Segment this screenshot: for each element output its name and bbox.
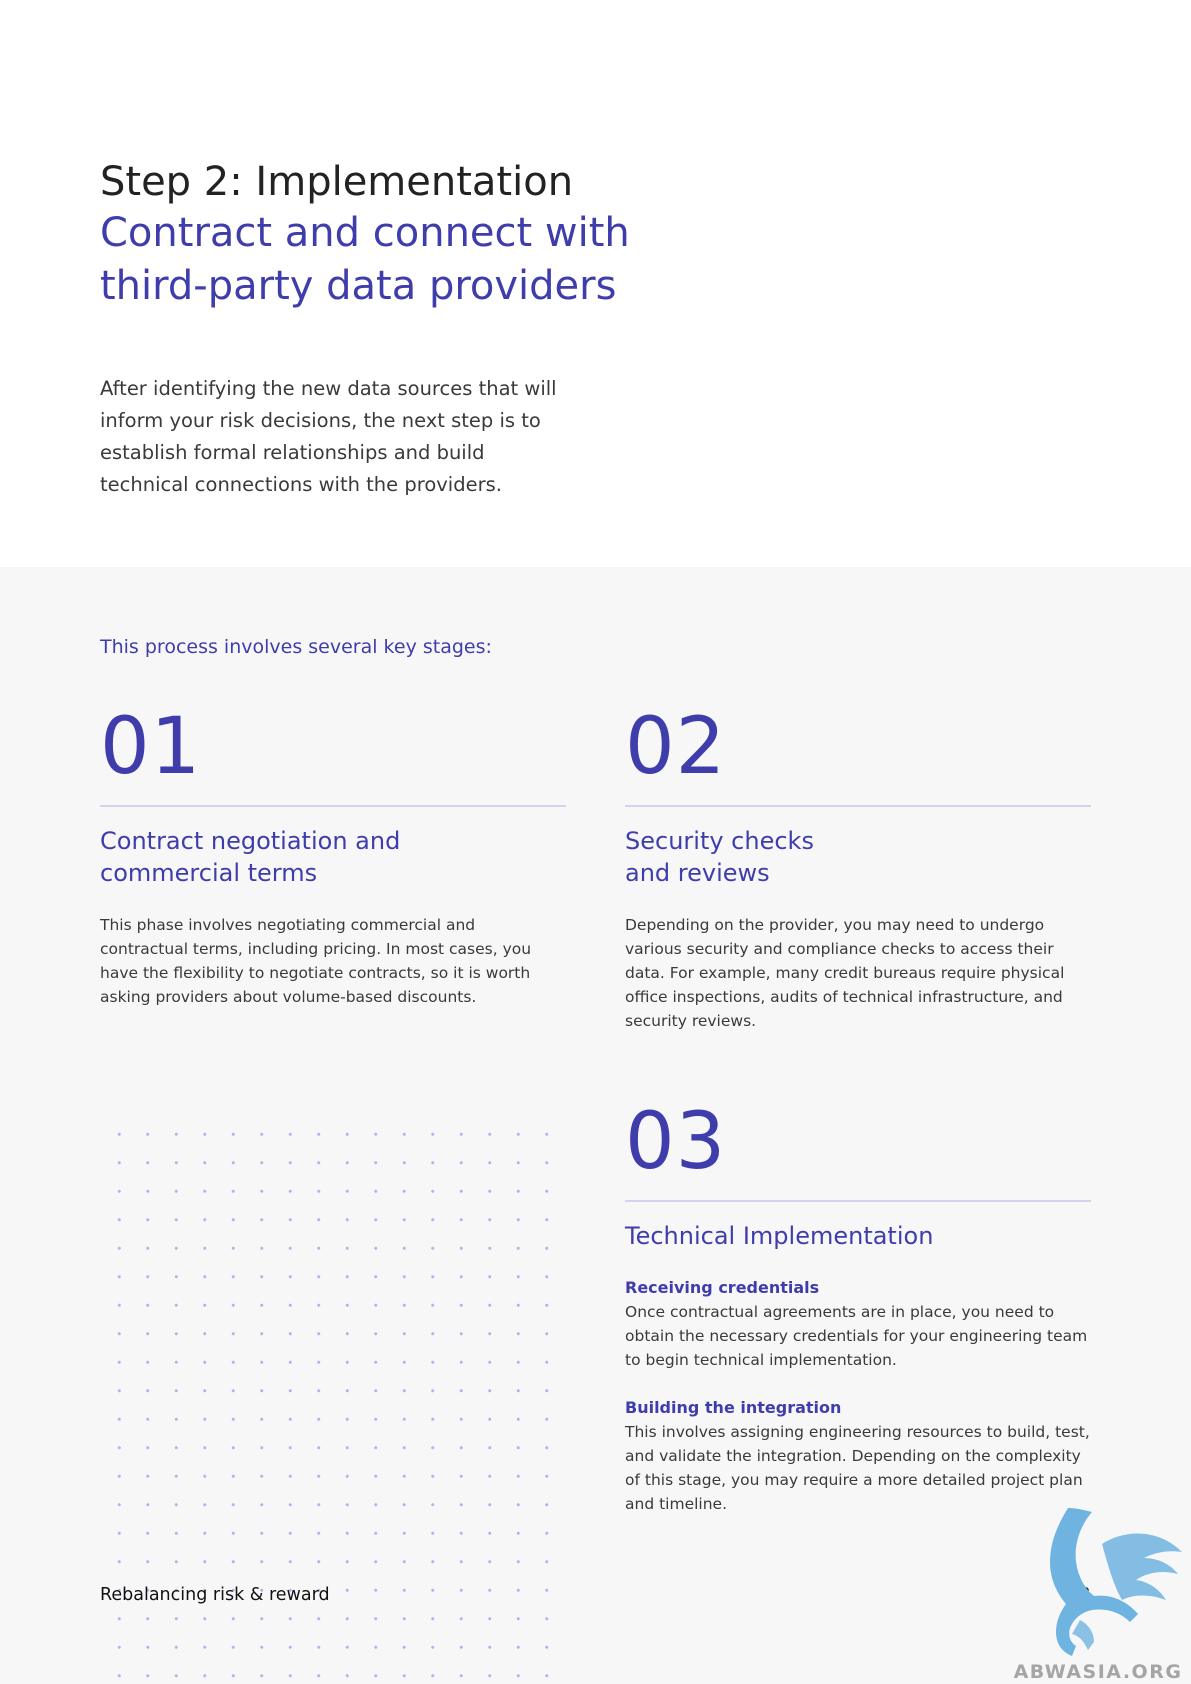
stage-number: 01 — [100, 702, 202, 792]
watermark-logo: ABWASIA.ORG — [1014, 1508, 1183, 1683]
stage-title-line: Security checks — [625, 827, 814, 855]
stage-02: 02 Security checks and reviews Depending… — [625, 702, 1091, 1033]
stage-title-line: and reviews — [625, 859, 770, 887]
intro-paragraph: After identifying the new data sources t… — [100, 377, 557, 496]
subsection-heading: Receiving credentials — [625, 1278, 820, 1297]
stage-title: Technical Implementation — [625, 1220, 1091, 1252]
subsection-body: Once contractual agreements are in place… — [625, 1303, 1088, 1369]
griffin-logo-icon — [1050, 1508, 1182, 1656]
stage-title: Contract negotiation and commercial term… — [100, 825, 566, 889]
stages-lead: This process involves several key stages… — [100, 636, 492, 658]
page-heading: Contract and connect with third-party da… — [100, 207, 720, 313]
stage-title-line: commercial terms — [100, 859, 318, 887]
stage-01: 01 Contract negotiation and commercial t… — [100, 702, 566, 1009]
divider — [100, 805, 566, 807]
stage-title-line: Technical Implementation — [625, 1222, 934, 1250]
divider — [625, 1200, 1091, 1202]
stage-number: 02 — [625, 702, 727, 792]
stage-body: Depending on the provider, you may need … — [625, 916, 1065, 1030]
watermark-text: ABWASIA.ORG — [1014, 1661, 1183, 1683]
step-title: Step 2: Implementation — [100, 159, 574, 205]
page-heading-line: third-party data providers — [100, 263, 617, 309]
stage-body: This phase involves negotiating commerci… — [100, 916, 532, 1006]
stage-title-line: Contract negotiation and — [100, 827, 401, 855]
footer-title: Rebalancing risk & reward — [100, 1585, 330, 1605]
stage-03: 03 Technical Implementation Receiving cr… — [625, 1097, 1091, 1516]
stage-title: Security checks and reviews — [625, 825, 1091, 889]
subsection-heading: Building the integration — [625, 1398, 842, 1417]
page-heading-line: Contract and connect with — [100, 210, 630, 256]
divider — [625, 805, 1091, 807]
stage-number: 03 — [625, 1097, 727, 1187]
